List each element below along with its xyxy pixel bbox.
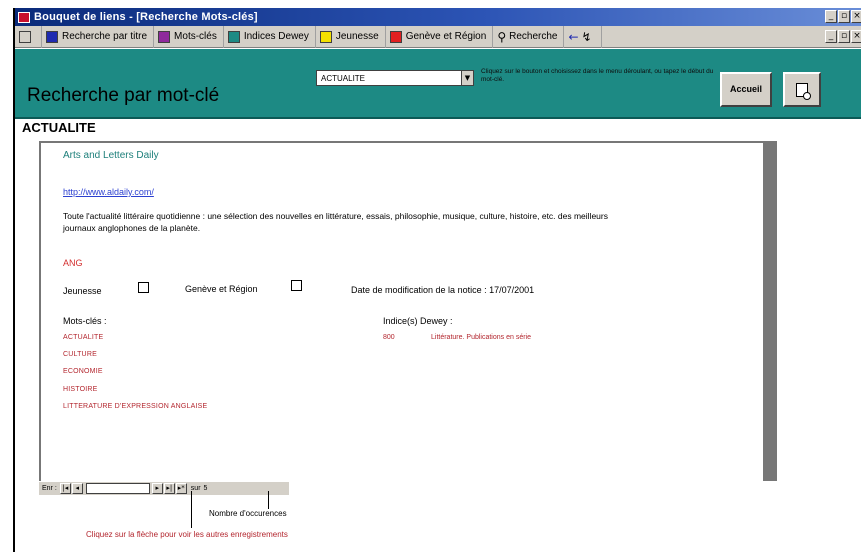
print-preview-button[interactable] — [783, 72, 821, 107]
keyword-item[interactable]: ACTUALITE — [63, 334, 103, 341]
app-icon — [18, 11, 30, 23]
doc-close-button[interactable]: × — [851, 30, 861, 43]
toolbar-label: Indices Dewey — [243, 31, 309, 42]
keyword-item[interactable]: HISTOIRE — [63, 386, 98, 393]
record-navigation: Enr : |◂ ◂ ▸ ▸| ▸* sur 5 — [39, 481, 289, 495]
document-controls: _ ▫ × — [825, 30, 861, 43]
toolbar-geneve-region[interactable]: Genève et Région — [386, 25, 494, 48]
toolbar-label: Genève et Région — [405, 31, 487, 42]
combo-hint: Cliquez sur le bouton et choisissez dans… — [481, 68, 714, 83]
record-heading: ACTUALITE — [22, 120, 96, 135]
keyword-item[interactable]: ECONOMIE — [63, 368, 103, 375]
last-record-button[interactable]: ▸| — [163, 483, 175, 494]
title-bar: Bouquet de liens - [Recherche Mots-clés]… — [15, 8, 861, 26]
geneve-region-label: Genève et Région — [185, 284, 258, 294]
jeunesse-checkbox[interactable] — [138, 282, 149, 293]
next-record-button[interactable]: ▸ — [151, 483, 163, 494]
keywords-label: Mots-clés : — [63, 316, 107, 326]
previous-record-button[interactable]: ◂ — [71, 483, 83, 494]
toolbar-back[interactable]: ← ↯ — [564, 25, 602, 48]
close-button[interactable]: × — [851, 10, 861, 23]
toolbar-indices-dewey[interactable]: Indices Dewey — [224, 25, 316, 48]
search-header: Recherche par mot-clé ACTUALITE ▼ Clique… — [15, 49, 861, 119]
record-detail: Arts and Letters Daily http://www.aldail… — [41, 143, 763, 481]
record-panel: Arts and Letters Daily http://www.aldail… — [39, 141, 777, 481]
keyword-combo-value: ACTUALITE — [321, 73, 366, 83]
yellow-square-icon — [319, 30, 332, 43]
binoculars-icon: ⚲ — [497, 29, 507, 44]
form-icon — [19, 30, 31, 43]
toolbar-label: Recherche par titre — [62, 31, 148, 42]
record-number-field[interactable] — [85, 483, 150, 494]
record-label: Enr : — [42, 485, 57, 492]
toolbar-label: Recherche — [509, 31, 558, 42]
maximize-button[interactable]: ▫ — [838, 10, 850, 23]
language-code: ANG — [63, 258, 83, 268]
accueil-button[interactable]: Accueil — [720, 72, 772, 107]
toolbar-recherche-titre[interactable]: Recherche par titre — [42, 25, 155, 48]
site-url-link[interactable]: http://www.aldaily.com/ — [63, 187, 154, 197]
teal-square-icon — [227, 30, 240, 43]
jeunesse-label: Jeunesse — [63, 286, 102, 296]
toolbar-app-icon[interactable] — [15, 25, 42, 48]
site-title: Arts and Letters Daily — [63, 150, 159, 161]
first-record-button[interactable]: |◂ — [59, 483, 71, 494]
back-arrow-icon: ← — [568, 29, 579, 44]
arrow-pointer-line — [191, 491, 192, 528]
page-title: Recherche par mot-clé — [27, 85, 220, 106]
blue-square-icon — [46, 30, 58, 43]
print-preview-icon — [796, 82, 811, 100]
doc-minimize-button[interactable]: _ — [825, 30, 837, 43]
site-description: Toute l'actualité littéraire quotidienne… — [63, 211, 608, 233]
toolbar-recherche[interactable]: ⚲ Recherche — [493, 25, 565, 48]
app-window: Bouquet de liens - [Recherche Mots-clés]… — [13, 8, 861, 552]
keyword-item[interactable]: LITTERATURE D'EXPRESSION ANGLAISE — [63, 403, 207, 410]
toolbar-jeunesse[interactable]: Jeunesse — [316, 25, 386, 48]
toolbar-label: Jeunesse — [335, 31, 379, 42]
window-title: Bouquet de liens - [Recherche Mots-clés] — [34, 11, 258, 23]
cursor-icon: ↯ — [581, 29, 592, 44]
dewey-description: Littérature. Publications en série — [431, 334, 531, 341]
arrow-annotation: Cliquez sur la flèche pour voir les autr… — [86, 530, 288, 539]
minimize-button[interactable]: _ — [825, 10, 837, 23]
toolbar-label: Mots-clés — [174, 31, 217, 42]
chevron-down-icon[interactable]: ▼ — [461, 71, 473, 85]
new-record-button[interactable]: ▸* — [175, 483, 187, 494]
modification-date: Date de modification de la notice : 17/0… — [351, 285, 535, 295]
count-annotation: Nombre d'occurences — [209, 509, 287, 518]
dewey-code: 800 — [383, 334, 395, 341]
red-square-icon — [389, 30, 402, 43]
window-controls: _ ▫ × — [825, 10, 861, 23]
geneve-region-checkbox[interactable] — [291, 280, 302, 291]
doc-maximize-button[interactable]: ▫ — [838, 30, 850, 43]
toolbar-mots-cles[interactable]: Mots-clés — [154, 25, 224, 48]
keyword-combo[interactable]: ACTUALITE ▼ — [316, 70, 474, 86]
dewey-label: Indice(s) Dewey : — [383, 316, 453, 326]
keyword-item[interactable]: CULTURE — [63, 351, 97, 358]
purple-square-icon — [158, 30, 171, 43]
toolbar: Recherche par titre Mots-clés Indices De… — [15, 25, 861, 48]
count-pointer-line — [268, 491, 269, 509]
record-count: 5 — [203, 485, 208, 492]
